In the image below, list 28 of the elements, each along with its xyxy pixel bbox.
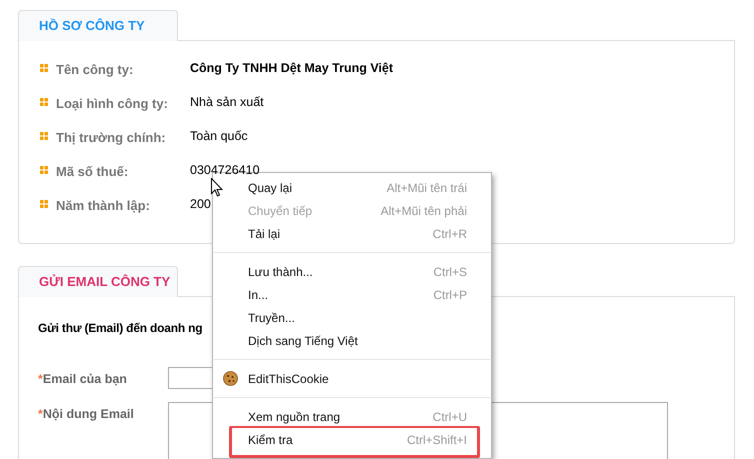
field-value: 200 — [190, 197, 211, 211]
field-value: 0304726410 — [190, 163, 260, 177]
field-label: *Email của bạn — [38, 371, 128, 388]
field-value: Toàn quốc — [190, 129, 248, 143]
intro-text: Gửi thư (Email) đến doanh ng — [38, 320, 204, 337]
field-label: Năm thành lập: — [56, 197, 151, 215]
menu-item[interactable]: EditThisCookie — [213, 367, 491, 390]
menu-item[interactable]: Kiểm tra Ctrl+Shift+I — [232, 428, 477, 451]
field-value: Công Ty TNHH Dệt May Trung Việt — [190, 61, 394, 75]
menu-item[interactable]: Dịch sang Tiếng Việt — [213, 329, 491, 352]
bullet-icon — [40, 200, 48, 208]
field-label: Mã số thuế: — [56, 163, 130, 181]
section-tab[interactable]: GỬI EMAIL CÔNG TY — [18, 266, 178, 297]
field-label: Thị trường chính: — [56, 129, 167, 147]
menu-item[interactable]: Xem nguồn trang Ctrl+U — [213, 405, 491, 428]
field-label: *Nội dung Email — [38, 406, 135, 423]
bullet-icon — [40, 132, 48, 140]
field-label: Loại hình công ty: — [56, 95, 169, 113]
bullet-icon — [40, 64, 48, 72]
menu-item[interactable]: Tải lại Ctrl+R — [213, 222, 491, 245]
field-value: Nhà sản xuất — [190, 95, 264, 109]
cookie-icon — [223, 371, 238, 386]
menu-item[interactable]: Truyền... — [213, 306, 491, 329]
menu-item[interactable]: Lưu thành... Ctrl+S — [213, 260, 491, 283]
field-label: Tên công ty: — [56, 61, 134, 79]
menu-item[interactable]: In... Ctrl+P — [213, 283, 491, 306]
bullet-icon — [40, 98, 48, 106]
bullet-icon — [40, 166, 48, 174]
